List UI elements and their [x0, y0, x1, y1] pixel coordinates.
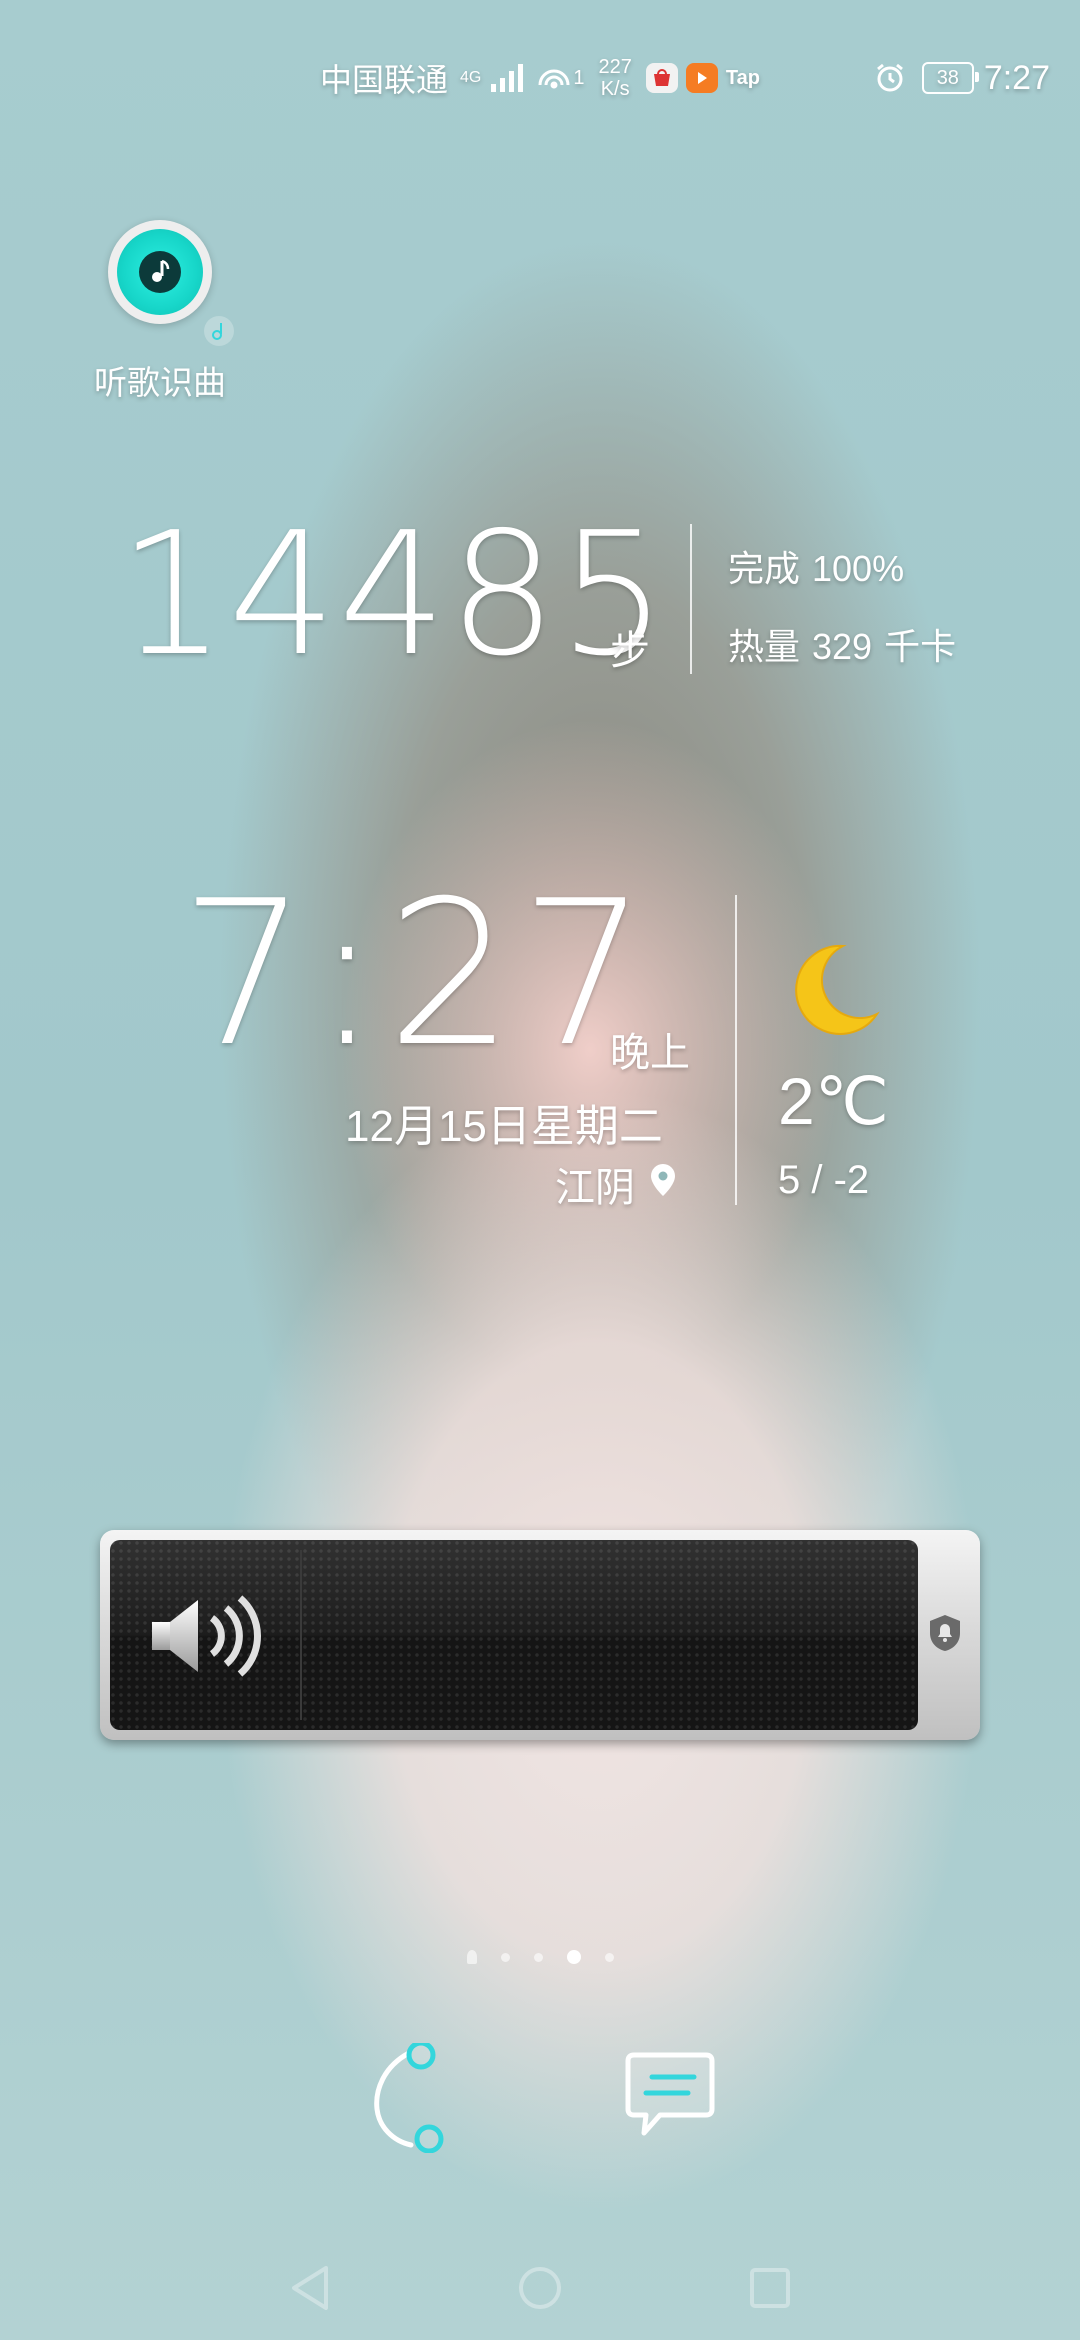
volume-track[interactable]: [315, 1550, 905, 1720]
music-app-label: 听歌识曲: [94, 364, 226, 401]
speed-unit: K/s: [600, 78, 630, 100]
ring-mode-button[interactable]: [918, 1530, 972, 1740]
weather-range: 5 / -2: [778, 1158, 870, 1202]
call-shortcut[interactable]: [360, 2040, 470, 2160]
location: 江阴: [555, 1155, 677, 1213]
steps-divider: [690, 524, 692, 674]
signal-icon: [491, 64, 525, 92]
location-pin-icon: [649, 1162, 677, 1207]
chat-bubble-icon: [620, 2051, 720, 2146]
clock-date[interactable]: 12月15日星期二: [345, 1090, 663, 1154]
page-dot-home[interactable]: [466, 1950, 477, 1964]
music-recognition-icon[interactable]: [108, 220, 234, 346]
home-circle-icon: [516, 2264, 564, 2317]
network-type: 4G: [460, 69, 482, 86]
hotspot-count: 1: [573, 67, 585, 89]
calories-value: 329: [812, 626, 873, 667]
back-triangle-icon: [288, 2264, 332, 2317]
page-dot[interactable]: [500, 1952, 510, 1962]
recents-button[interactable]: [740, 2260, 800, 2320]
bell-icon: [927, 1613, 963, 1658]
volume-slider-area[interactable]: [110, 1540, 918, 1730]
volume-separator: [300, 1550, 302, 1720]
music-note-badge-icon: [204, 316, 234, 346]
page-dot[interactable]: [604, 1952, 614, 1962]
speaker-icon: [138, 1588, 268, 1689]
clock-weather-widget[interactable]: 7:27 晚上 12月15日星期二 江阴 2℃ 5 / -2: [180, 875, 1000, 1215]
hotspot-icon: [537, 63, 571, 93]
messages-shortcut[interactable]: [615, 2048, 725, 2148]
clock-period: 晚上: [610, 1031, 690, 1075]
music-recognition-app[interactable]: 听歌识曲: [70, 220, 250, 404]
network-speed: 227 K/s: [598, 56, 631, 100]
calories-unit: 千卡: [884, 626, 957, 667]
status-time: 7:27: [983, 58, 1050, 97]
status-bar: 中国联通 4G 1 227 K/s Tap 38 7:27: [320, 48, 1050, 108]
completion-value: 100%: [812, 548, 905, 589]
page-indicator[interactable]: [0, 1950, 1080, 1964]
location-name: 江阴: [555, 1166, 635, 1210]
store-notification-icon: [645, 63, 678, 93]
calories-label: 热量: [728, 626, 801, 667]
carrier-name: 中国联通: [320, 62, 449, 98]
volume-panel[interactable]: [100, 1530, 980, 1740]
recents-square-icon: [748, 2266, 792, 2315]
step-count: 14485: [118, 496, 669, 694]
back-button[interactable]: [280, 2260, 340, 2320]
calories-stat: 热量 329 千卡: [728, 618, 956, 670]
battery-indicator: 38: [921, 62, 979, 94]
steps-widget[interactable]: 14485 步 完成 100% 热量 329 千卡: [118, 510, 978, 680]
alarm-icon: [874, 62, 906, 94]
completion-stat: 完成 100%: [728, 540, 904, 592]
weather-temperature: 2℃: [778, 1064, 889, 1138]
home-button[interactable]: [510, 2260, 570, 2320]
tap-app-icon: [685, 63, 718, 93]
page-dot-active[interactable]: [566, 1950, 581, 1964]
tap-label: Tap: [725, 66, 760, 89]
phone-handset-icon: [365, 2040, 465, 2158]
clock-time[interactable]: 7:27: [180, 875, 653, 1075]
crescent-moon-icon[interactable]: [785, 940, 881, 1045]
navigation-bar: [0, 2230, 1080, 2340]
completion-label: 完成: [728, 548, 801, 589]
step-unit: 步: [610, 629, 650, 673]
speed-value: 227: [598, 56, 632, 78]
page-dot[interactable]: [533, 1952, 543, 1962]
clock-weather-divider: [735, 895, 737, 1205]
